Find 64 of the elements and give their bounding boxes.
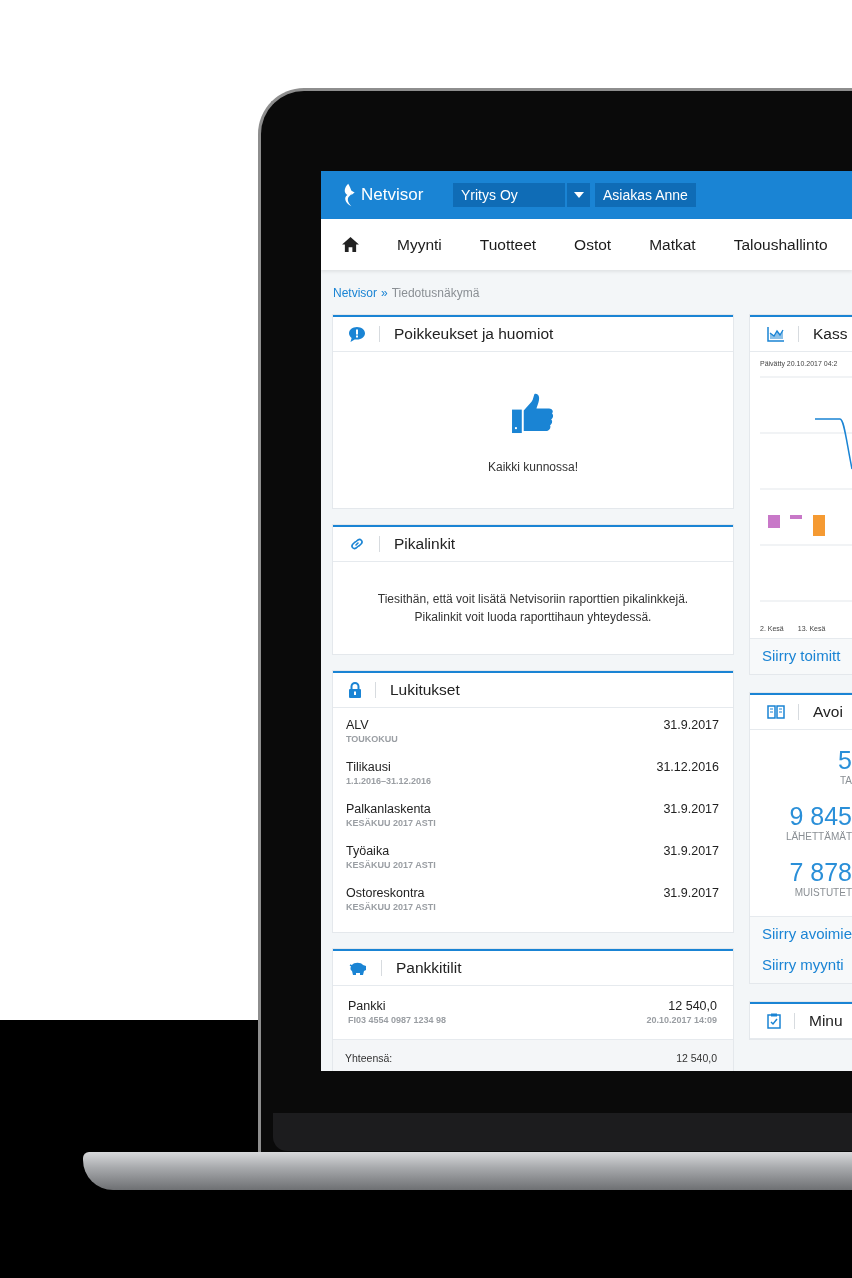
link-icon	[349, 536, 365, 552]
total-value: 12 540,0	[676, 1052, 717, 1064]
card-title: Minu	[809, 1012, 843, 1030]
thumbs-up-icon	[511, 392, 555, 434]
account-balance: 12 540,0	[668, 999, 717, 1013]
card-title: Pankkitilit	[396, 959, 462, 977]
nav-tab[interactable]: Tuotteet	[479, 235, 537, 254]
link[interactable]: Siirry avoimie	[762, 925, 852, 942]
card-title: Kass	[813, 325, 848, 343]
lock-period: TOUKOKUU	[346, 734, 398, 744]
link[interactable]: Siirry myynti	[762, 956, 852, 973]
lock-name: Ostoreskontra	[346, 886, 426, 900]
breadcrumb-link[interactable]: Netvisor	[333, 286, 377, 300]
alert-bubble-icon	[349, 326, 365, 342]
home-icon[interactable]	[342, 237, 359, 252]
lock-period: 1.1.2016–31.12.2016	[346, 776, 432, 786]
card-title: Avoi	[813, 703, 843, 721]
clipboard-icon	[767, 1013, 781, 1029]
nav-tab[interactable]: Ostot	[574, 235, 612, 254]
lock-date: 31.12.2016	[656, 760, 719, 776]
lock-period: KESÄKUU 2017 ASTI	[346, 818, 436, 828]
lock-date: 31.9.2017	[663, 718, 719, 734]
lock-period: KESÄKUU 2017 ASTI	[346, 860, 436, 870]
account-updated: 20.10.2017 14:09	[646, 1015, 717, 1025]
lock-icon	[349, 682, 361, 698]
user-button[interactable]: Asiakas Anne	[595, 183, 696, 207]
account-name: Pankki	[348, 999, 387, 1013]
company-dropdown-button[interactable]	[567, 183, 590, 207]
book-icon	[767, 705, 785, 719]
breadcrumb-current: Tiedotusnäkymä	[391, 286, 480, 300]
chart-bar	[790, 515, 802, 519]
stat-label: MUISTUTET	[794, 887, 852, 898]
piggy-bank-icon	[349, 961, 367, 975]
stat-value: 5	[838, 746, 852, 775]
card-title: Lukitukset	[390, 681, 460, 699]
company-select[interactable]: Yritys Oy	[453, 183, 565, 207]
lock-date: 31.9.2017	[663, 802, 719, 818]
lock-name: Tilikausi	[346, 760, 392, 774]
lock-name: Työaika	[346, 844, 391, 858]
stat-value: 9 845	[789, 802, 852, 831]
nav-tab[interactable]: Myynti	[397, 235, 442, 254]
info-text: Tiesithän, että voit lisätä Netvisoriin raporttien pikalinkkejä.	[377, 591, 689, 608]
card-title: Pikalinkit	[394, 535, 456, 553]
caret-icon	[573, 192, 584, 198]
status-message: Kaikki kunnossa!	[487, 459, 578, 474]
stat-value: 7 878	[789, 858, 852, 887]
lock-date: 31.9.2017	[663, 844, 719, 860]
lock-name: ALV	[346, 718, 370, 732]
stat-label: LÄHETTÄMÄT	[785, 831, 852, 842]
total-label: Yhteensä:	[345, 1052, 393, 1064]
info-text: Pikalinkit voit luoda raporttihaun yhteydessä.	[414, 609, 652, 626]
nav-tab[interactable]: Taloushallinto	[733, 235, 828, 254]
area-chart-icon	[767, 326, 785, 342]
lock-date: 31.9.2017	[663, 886, 719, 902]
lock-period: KESÄKUU 2017 ASTI	[346, 902, 436, 912]
chart-bar	[813, 515, 825, 536]
breadcrumb-separator: »	[381, 286, 388, 300]
nav-tab[interactable]: Matkat	[649, 235, 696, 254]
chart-bar	[768, 515, 780, 528]
card-title: Poikkeukset ja huomiot	[394, 325, 554, 343]
logo-text: Netvisor	[361, 185, 424, 205]
lock-name: Palkanlaskenta	[346, 802, 432, 816]
account-iban: FI03 4554 0987 1234 98	[348, 1015, 447, 1025]
stat-label: TA	[839, 775, 852, 786]
